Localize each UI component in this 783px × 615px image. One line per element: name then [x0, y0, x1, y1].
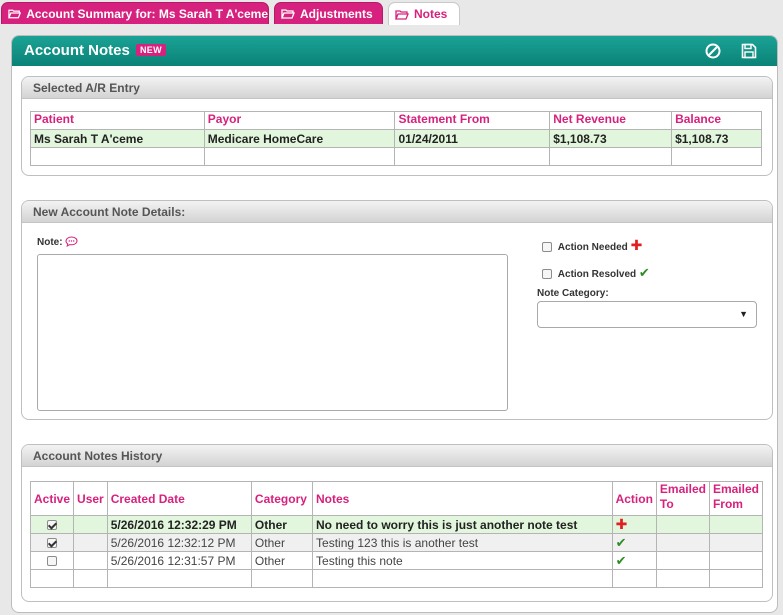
column-header-balance: Balance [671, 111, 762, 130]
active-cell [29, 533, 75, 552]
action-needed-checkbox[interactable] [542, 242, 552, 253]
account-notes-panel: Account Notes NEW Selected A/R Entry Pat… [11, 35, 778, 613]
note-label: Note: [37, 236, 78, 248]
note-textarea[interactable] [37, 254, 508, 411]
check-icon: ✔ [615, 534, 627, 550]
column-header-action: Action [611, 481, 657, 516]
panel-title: Account Notes [24, 42, 130, 59]
action-resolved-checkbox[interactable] [542, 269, 552, 280]
column-header-emailed-to: Emailed To [655, 481, 710, 516]
section-title: New Account Note Details: [22, 201, 772, 223]
user-cell [73, 533, 108, 552]
column-header-user: User [73, 481, 108, 516]
folder-open-icon [281, 9, 295, 19]
created-date-cell: 5/26/2016 12:32:29 PM [106, 515, 252, 534]
column-header-emailed-from: Emailed From [708, 481, 764, 516]
column-header-payor: Payor [203, 111, 396, 130]
tab-adjustments[interactable]: Adjustments [274, 2, 383, 24]
plus-icon: ✚ [630, 237, 643, 253]
emailed-to-cell [655, 551, 710, 570]
cancel-icon[interactable] [704, 42, 722, 60]
active-checkbox[interactable] [47, 538, 58, 549]
column-header-statement-from: Statement From [394, 111, 551, 130]
action-cell: ✚ [611, 515, 657, 534]
table-row[interactable]: 5/26/2016 12:31:57 PM Other Testing this… [29, 551, 764, 570]
action-resolved-row: Action Resolved ✔ [542, 265, 650, 281]
active-checkbox[interactable] [47, 556, 58, 567]
patient-cell: Ms Sarah T A'ceme [30, 129, 205, 148]
panel-header: Account Notes NEW [12, 36, 777, 66]
section-title: Selected A/R Entry [22, 77, 772, 99]
active-checkbox[interactable] [47, 520, 58, 531]
table-row[interactable]: 5/26/2016 12:32:29 PM Other No need to w… [29, 515, 764, 534]
tab-account-summary[interactable]: Account Summary for: Ms Sarah T A'ceme [1, 2, 269, 24]
category-cell: Other [250, 533, 314, 552]
table-row[interactable]: 5/26/2016 12:32:12 PM Other Testing 123 … [29, 533, 764, 552]
action-needed-label: Action Needed [557, 242, 628, 253]
dropdown-arrow-icon: ▼ [739, 309, 748, 319]
balance-cell: $1,108.73 [671, 129, 762, 148]
notes-history-section: Account Notes History Active User Create… [21, 444, 773, 602]
created-date-cell: 5/26/2016 12:32:12 PM [106, 533, 252, 552]
emailed-from-cell [708, 515, 764, 534]
action-cell: ✔ [611, 533, 657, 552]
emailed-to-cell [655, 533, 710, 552]
emailed-from-cell [708, 551, 764, 570]
note-category-select[interactable]: ▼ [537, 301, 757, 328]
ar-entry-table: Patient Payor Statement From Net Revenue… [30, 111, 762, 166]
folder-open-icon [395, 9, 409, 20]
statement-from-cell: 01/24/2011 [394, 129, 551, 148]
check-icon: ✔ [615, 552, 627, 568]
column-header-net-revenue: Net Revenue [549, 111, 673, 130]
new-note-section: New Account Note Details: Note: Action N… [21, 200, 773, 420]
plus-icon: ✚ [615, 515, 628, 532]
column-header-active: Active [29, 481, 75, 516]
user-cell [73, 515, 108, 534]
column-header-patient: Patient [30, 111, 205, 130]
history-table: Active User Created Date Category Notes … [29, 481, 764, 588]
section-title: Account Notes History [22, 445, 772, 467]
action-cell: ✔ [611, 551, 657, 570]
category-cell: Other [250, 515, 314, 534]
tab-label: Account Summary for: Ms Sarah T A'ceme [26, 6, 268, 21]
table-row-empty [29, 569, 764, 588]
tab-notes[interactable]: Notes [388, 2, 460, 25]
notes-cell: No need to worry this is just another no… [312, 515, 613, 534]
action-needed-row: Action Needed ✚ [542, 237, 643, 253]
note-category-label: Note Category: [537, 288, 609, 299]
notes-cell: Testing this note [312, 551, 613, 570]
new-badge: NEW [136, 44, 166, 56]
active-cell [29, 515, 75, 534]
table-row-empty [30, 147, 762, 166]
tab-label: Adjustments [300, 6, 373, 21]
notes-cell: Testing 123 this is another test [312, 533, 613, 552]
created-date-cell: 5/26/2016 12:31:57 PM [106, 551, 252, 570]
user-cell [73, 551, 108, 570]
selected-ar-entry-section: Selected A/R Entry Patient Payor Stateme… [21, 76, 773, 176]
action-resolved-label: Action Resolved [557, 269, 637, 280]
active-cell [29, 551, 75, 570]
column-header-category: Category [250, 481, 314, 516]
tab-label: Notes [414, 7, 448, 21]
category-cell: Other [250, 551, 314, 570]
column-header-notes: Notes [312, 481, 613, 516]
comment-icon [65, 236, 78, 248]
payor-cell: Medicare HomeCare [203, 129, 396, 148]
tab-bar: Account Summary for: Ms Sarah T A'ceme A… [0, 0, 783, 25]
save-icon[interactable] [740, 42, 758, 60]
emailed-to-cell [655, 515, 710, 534]
table-row[interactable]: Ms Sarah T A'ceme Medicare HomeCare 01/2… [30, 129, 762, 148]
check-icon: ✔ [638, 265, 650, 280]
folder-open-icon [8, 9, 22, 19]
net-revenue-cell: $1,108.73 [549, 129, 673, 148]
emailed-from-cell [708, 533, 764, 552]
column-header-created-date: Created Date [106, 481, 252, 516]
